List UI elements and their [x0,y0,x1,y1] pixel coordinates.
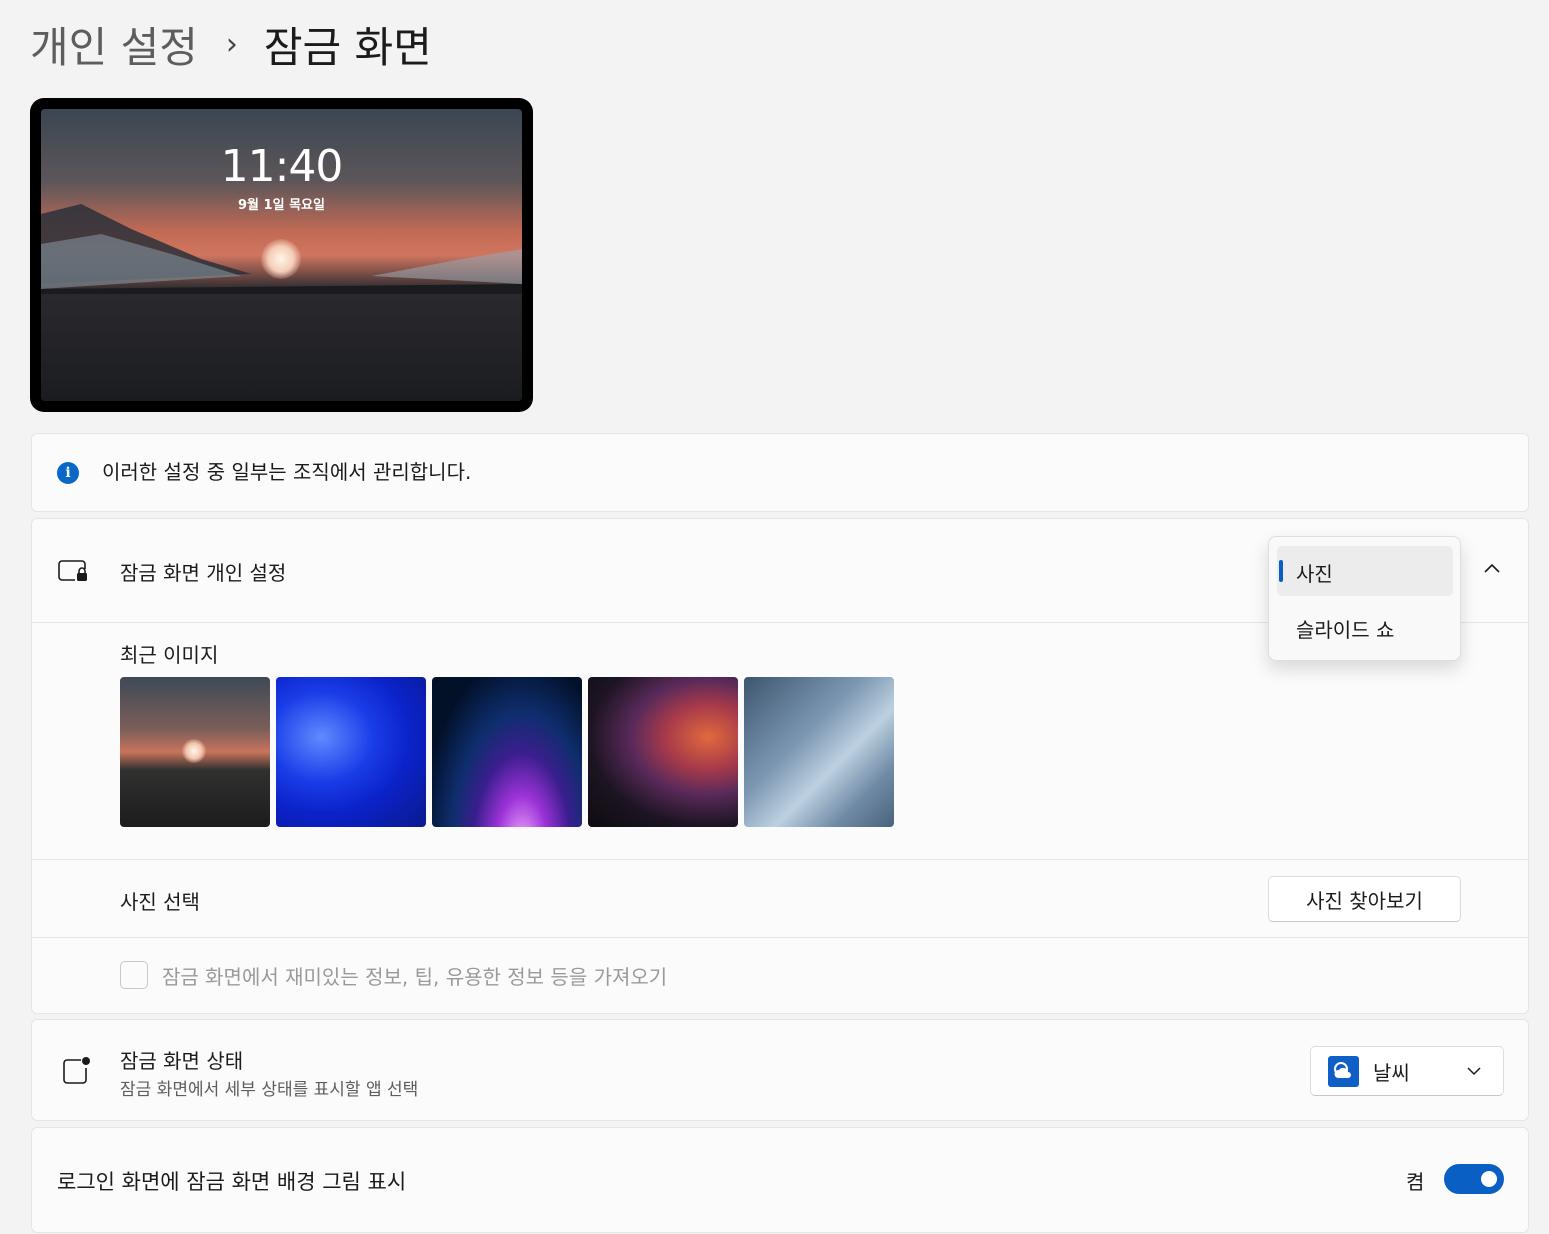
lock-screen-status-card: 잠금 화면 상태 잠금 화면에서 세부 상태를 표시할 앱 선택 날씨 [31,1019,1529,1121]
browse-photos-button[interactable]: 사진 찾아보기 [1268,876,1461,922]
sun-graphic [261,239,301,279]
recent-image-4[interactable] [588,677,738,827]
login-background-toggle[interactable] [1444,1164,1504,1194]
chevron-down-icon [1467,1067,1481,1076]
status-app-label: 날씨 [1373,1061,1410,1085]
login-background-card: 로그인 화면에 잠금 화면 배경 그림 표시 켬 [31,1127,1529,1233]
breadcrumb: 개인 설정 › 잠금 화면 [30,14,432,74]
dropdown-option-label: 슬라이드 쇼 [1296,618,1395,642]
lock-screen-icon [58,560,87,581]
fun-facts-checkbox[interactable] [120,961,148,989]
dropdown-option-slideshow[interactable]: 슬라이드 쇼 [1277,602,1453,652]
status-app-dropdown[interactable]: 날씨 [1310,1046,1504,1096]
recent-image-2[interactable] [276,677,426,827]
personalize-dropdown-menu: 사진 슬라이드 쇼 [1268,536,1461,661]
choose-photo-row: 사진 선택 사진 찾아보기 [32,859,1528,938]
lock-screen-preview: 11:40 9월 1일 목요일 [30,98,533,412]
toggle-state-label: 켬 [1406,1170,1425,1194]
recent-images-label: 최근 이미지 [120,643,219,667]
login-background-label: 로그인 화면에 잠금 화면 배경 그림 표시 [57,1170,407,1194]
recent-images-list [120,677,894,827]
breadcrumb-separator: › [225,26,238,62]
fun-facts-row: 잠금 화면에서 재미있는 정보, 팁, 유용한 정보 등을 가져오기 [32,937,1528,1013]
breadcrumb-parent[interactable]: 개인 설정 [30,14,198,75]
status-title: 잠금 화면 상태 [120,1049,244,1073]
page-title: 잠금 화면 [263,22,432,72]
dropdown-option-photo[interactable]: 사진 [1277,546,1453,596]
selected-indicator [1279,560,1283,582]
recent-image-5[interactable] [744,677,894,827]
lock-screen-status-icon [63,1057,90,1084]
fun-facts-label: 잠금 화면에서 재미있는 정보, 팁, 유용한 정보 등을 가져오기 [162,965,668,989]
preview-date: 9월 1일 목요일 [238,198,325,213]
chevron-up-icon[interactable] [1480,557,1504,581]
recent-image-1[interactable] [120,677,270,827]
preview-wallpaper: 11:40 9월 1일 목요일 [41,109,522,401]
toggle-knob [1481,1171,1497,1187]
choose-photo-label: 사진 선택 [120,890,200,914]
dropdown-option-label: 사진 [1296,562,1333,586]
info-icon: i [57,462,79,484]
preview-clock: 11:40 [220,141,344,192]
personalize-title: 잠금 화면 개인 설정 [120,561,287,585]
info-text: 이러한 설정 중 일부는 조직에서 관리합니다. [102,460,472,484]
recent-image-3[interactable] [432,677,582,827]
managed-info-banner: i 이러한 설정 중 일부는 조직에서 관리합니다. [31,433,1529,512]
weather-icon [1328,1056,1359,1087]
status-subtitle: 잠금 화면에서 세부 상태를 표시할 앱 선택 [120,1080,419,1100]
